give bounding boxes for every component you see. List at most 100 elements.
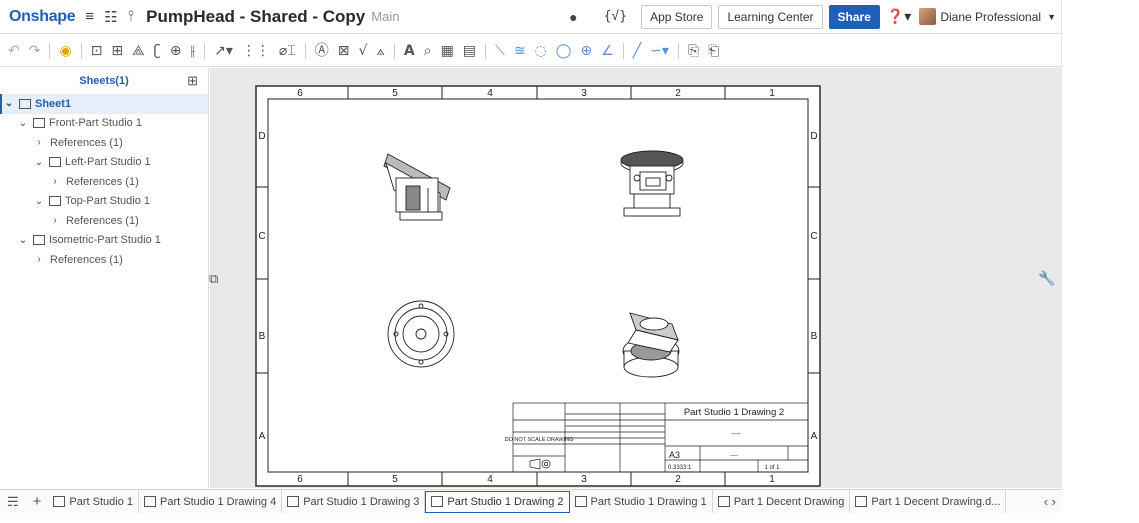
comment-icon[interactable]: ●	[569, 9, 577, 25]
onshape-logo[interactable]: Onshape	[9, 8, 76, 26]
sheet-size: A3	[669, 450, 680, 460]
chevron-down-icon[interactable]: ▼	[1047, 12, 1056, 22]
weld-icon[interactable]: ⟑	[376, 44, 385, 58]
panel-header: Sheets(1) ⊞	[0, 68, 208, 94]
tree-item-references[interactable]: › References (1)	[0, 133, 208, 153]
drawing-toolbar: ↶ ↷ ◉ ⊡ ⊞ ⟁ ʗ ⊕ ⫲ ↗▾ ⋮⋮ ⌀⌶ Ⓐ ⊠ √ ⟑ A ⌕ ▦…	[0, 35, 1062, 67]
document-tabs: ☴ + Part Studio 1 Part Studio 1 Drawing …	[0, 489, 1062, 513]
learning-center-button[interactable]: Learning Center	[718, 4, 823, 29]
chevron-down-icon[interactable]: ⌄	[16, 235, 30, 246]
view-toggle-icon[interactable]: ⧉	[209, 272, 218, 287]
break-view-icon[interactable]: ⫲	[191, 44, 196, 58]
zone-label: 3	[581, 474, 587, 485]
chevron-right-icon[interactable]: ›	[48, 176, 62, 187]
add-tab-icon[interactable]: +	[26, 493, 49, 510]
update-icon[interactable]: ◉	[59, 44, 71, 58]
tab-decent-drawing-file[interactable]: Part 1 Decent Drawing.d...	[850, 490, 1007, 513]
share-button[interactable]: Share	[828, 4, 880, 29]
tree-item-top-view[interactable]: ⌄ Top-Part Studio 1	[0, 192, 208, 212]
line-icon[interactable]: ⟍	[495, 44, 505, 58]
text-icon[interactable]: A	[404, 44, 415, 58]
document-title[interactable]: PumpHead - Shared - Copy	[146, 7, 365, 27]
branch-name[interactable]: Main	[371, 9, 399, 24]
zone-label: C	[258, 231, 265, 242]
tab-label: Part Studio 1 Drawing 3	[303, 495, 420, 508]
auxiliary-view-icon[interactable]: ⟁	[132, 44, 145, 58]
undo-icon[interactable]: ↶	[8, 44, 20, 58]
drawing-canvas[interactable]: 6 5 4 3 2 1 6 5 4 3 2 1 D C B A D C B A	[210, 68, 1062, 488]
insert-icon[interactable]: ⫯	[128, 8, 135, 25]
surface-finish-icon[interactable]: √	[358, 44, 367, 58]
redo-icon[interactable]: ↷	[29, 44, 41, 58]
bom-icon[interactable]: ▤	[463, 44, 476, 58]
tree-item-isometric-view[interactable]: ⌄ Isometric-Part Studio 1	[0, 231, 208, 251]
app-store-button[interactable]: App Store	[641, 4, 713, 29]
tab-label: Part 1 Decent Drawing.d...	[871, 495, 1001, 508]
export-dxf-icon[interactable]: ⎘	[688, 44, 699, 58]
chevron-right-icon[interactable]: ›	[32, 254, 46, 265]
zone-label: 1	[769, 88, 775, 99]
avatar[interactable]	[919, 8, 937, 25]
tab-drawing-1[interactable]: Part Studio 1 Drawing 1	[570, 490, 713, 513]
datum-icon[interactable]: ⊠	[338, 44, 350, 58]
tab-decent-drawing[interactable]: Part 1 Decent Drawing	[713, 490, 851, 513]
tab-drawing-3[interactable]: Part Studio 1 Drawing 3	[282, 490, 426, 513]
point-icon[interactable]: ⊕	[580, 44, 592, 58]
chevron-down-icon[interactable]: ⌄	[32, 157, 46, 168]
projected-view-icon[interactable]: ⊞	[111, 44, 123, 58]
tree-item-left-view[interactable]: ⌄ Left-Part Studio 1	[0, 153, 208, 173]
sketch-line-icon[interactable]: ╱	[633, 44, 641, 58]
separator	[622, 42, 624, 59]
drawing-sheet[interactable]: 6 5 4 3 2 1 6 5 4 3 2 1 D C B A D C B A	[210, 68, 1062, 488]
drawing-icon	[574, 496, 587, 507]
tree-item-references[interactable]: › References (1)	[0, 172, 208, 192]
zone-label: 5	[392, 474, 398, 485]
circle-icon[interactable]: ◯	[556, 44, 572, 58]
zone-label: 2	[675, 88, 681, 99]
variables-icon[interactable]: {√}	[604, 9, 627, 24]
note-icon[interactable]: Ⓐ	[315, 44, 329, 58]
detail-view-icon[interactable]: ⊕	[170, 44, 182, 58]
tab-list-icon[interactable]: ☴	[0, 494, 26, 510]
tree-item-front-view[interactable]: ⌄ Front-Part Studio 1	[0, 114, 208, 134]
view-icon	[33, 118, 45, 129]
drawing-title: Part Studio 1 Drawing 2	[684, 407, 784, 418]
tree-item-label: Sheet1	[35, 97, 72, 110]
chevron-right-icon[interactable]: ›	[48, 215, 62, 226]
menu-icon[interactable]: ≡	[85, 8, 94, 25]
dimension-icon[interactable]: ⌀⌶	[279, 44, 296, 58]
angle-icon[interactable]: ∠	[601, 44, 614, 58]
arc-icon[interactable]: ◌	[535, 44, 547, 58]
tab-scroll-arrows[interactable]: ‹ ›	[1038, 494, 1062, 509]
tree-item-sheet1[interactable]: ⌄ Sheet1	[0, 94, 208, 114]
wrench-icon[interactable]: 🔧	[1038, 271, 1055, 287]
callout-icon[interactable]: ⌕	[424, 44, 432, 58]
user-menu[interactable]: Diane Professional	[940, 10, 1041, 24]
curve-icon[interactable]: ∽▾	[650, 44, 669, 58]
part-studio-icon	[53, 496, 66, 507]
tab-drawing-2[interactable]: Part Studio 1 Drawing 2	[425, 490, 570, 513]
centerline-icon[interactable]: ↗▾	[214, 44, 233, 58]
chevron-down-icon[interactable]: ⌄	[16, 118, 30, 129]
chevron-right-icon[interactable]: ›	[32, 137, 46, 148]
tree-item-references[interactable]: › References (1)	[0, 211, 208, 231]
table-icon[interactable]: ▦	[441, 44, 454, 58]
tree-item-references[interactable]: › References (1)	[0, 250, 208, 270]
export-pdf-icon[interactable]: ⎗	[708, 44, 719, 58]
chevron-down-icon[interactable]: ⌄	[32, 196, 46, 207]
add-sheet-icon[interactable]: ⊞	[187, 73, 198, 89]
tab-part-studio-1[interactable]: Part Studio 1	[48, 490, 140, 513]
centermark-icon[interactable]: ⋮⋮	[242, 44, 270, 58]
sheet-border	[255, 85, 821, 487]
help-icon[interactable]: ❓▾	[887, 8, 911, 25]
tab-drawing-4[interactable]: Part Studio 1 Drawing 4	[139, 490, 283, 513]
separator	[304, 42, 306, 59]
feature-list-icon[interactable]: ☷	[104, 8, 117, 26]
chevron-down-icon[interactable]: ⌄	[2, 98, 16, 109]
separator	[677, 42, 679, 59]
spline-icon[interactable]: ≊	[514, 44, 526, 58]
section-view-icon[interactable]: ʗ	[154, 44, 161, 58]
zone-label: 3	[581, 88, 587, 99]
insert-view-icon[interactable]: ⊡	[91, 44, 103, 58]
view-icon	[49, 157, 61, 168]
